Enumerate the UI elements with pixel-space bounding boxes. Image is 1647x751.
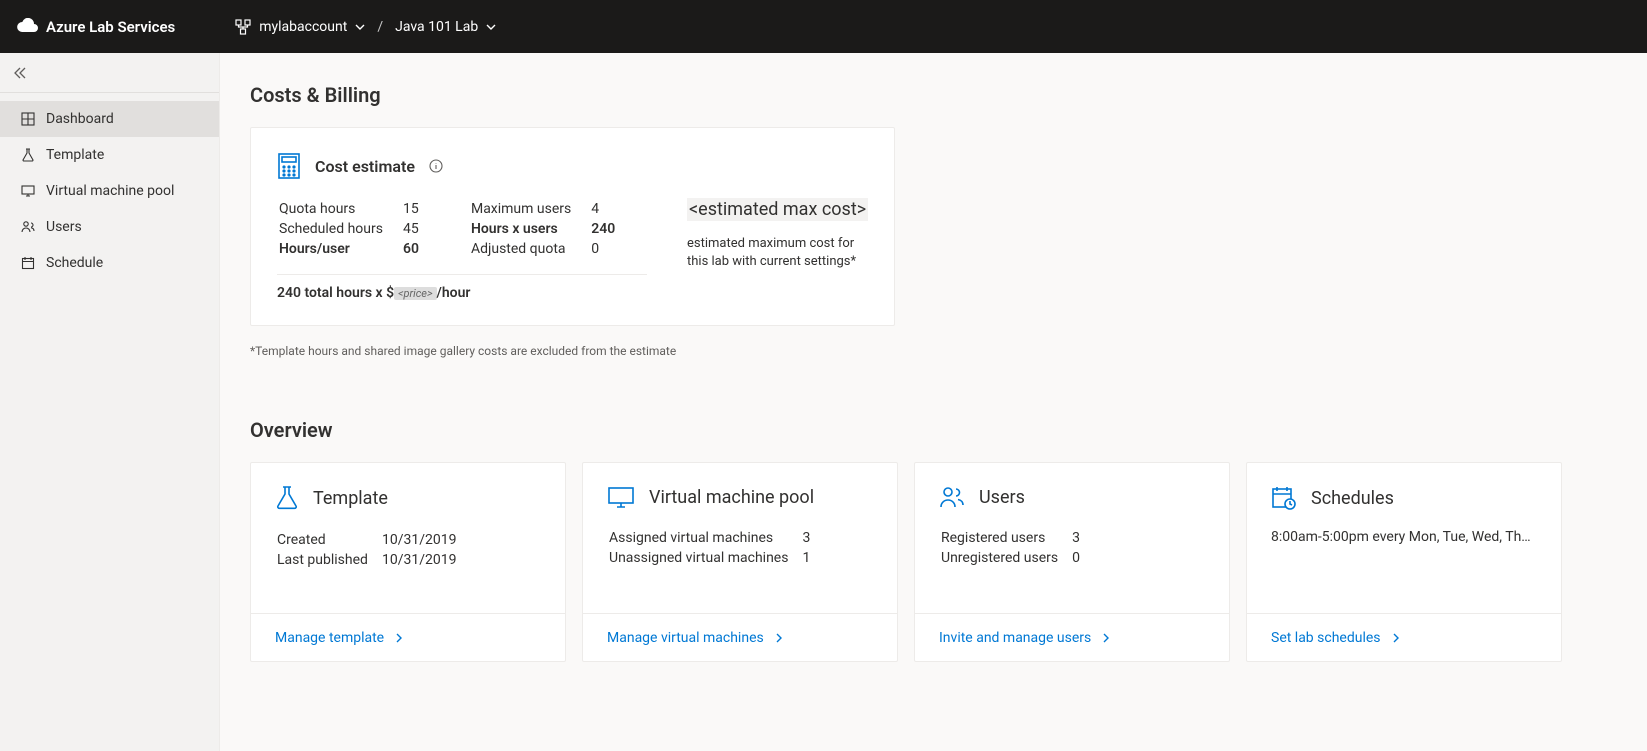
scheduled-hours-label: Scheduled hours (279, 220, 393, 238)
estimated-max-cost-desc: estimated maximum cost for this lab with… (687, 235, 877, 271)
sidebar-item-dashboard[interactable]: Dashboard (0, 101, 219, 137)
sidebar-item-label: Schedule (46, 255, 103, 271)
overview-card-template: Template Created10/31/2019 Last publishe… (250, 462, 566, 662)
chevron-down-icon (355, 22, 365, 32)
dashboard-icon (20, 112, 36, 126)
monitor-icon (607, 485, 635, 509)
brand-label: Azure Lab Services (46, 18, 175, 36)
vm-unassigned-label: Unassigned virtual machines (609, 549, 800, 567)
overview-card-title: Template (313, 488, 388, 509)
users-icon (20, 220, 36, 234)
brand[interactable]: Azure Lab Services (16, 18, 175, 36)
sidebar-item-vmpool[interactable]: Virtual machine pool (0, 173, 219, 209)
cost-footnote: *Template hours and shared image gallery… (250, 344, 1617, 358)
chevron-double-left-icon (12, 65, 28, 81)
adjusted-quota-value: 0 (583, 240, 625, 258)
chevron-right-icon (774, 633, 784, 643)
vm-unassigned-value: 1 (802, 549, 822, 567)
sidebar-item-schedule[interactable]: Schedule (0, 245, 219, 281)
breadcrumb-separator: / (377, 19, 383, 35)
flask-icon (20, 148, 36, 162)
breadcrumb-lab[interactable]: Java 101 Lab (395, 19, 496, 35)
action-label: Set lab schedules (1271, 630, 1381, 646)
template-created-label: Created (277, 531, 380, 549)
sidebar: Dashboard Template Virtual machine pool (0, 53, 220, 751)
scheduled-hours-value: 45 (395, 220, 429, 238)
cost-card-title: Cost estimate (315, 157, 415, 176)
breadcrumb-account[interactable]: mylabaccount (235, 19, 365, 35)
sidebar-item-label: Virtual machine pool (46, 183, 174, 199)
chevron-right-icon (1391, 633, 1401, 643)
action-label: Manage template (275, 630, 384, 646)
overview-card-schedules: Schedules 8:00am-5:00pm every Mon, Tue, … (1246, 462, 1562, 662)
manage-users-link[interactable]: Invite and manage users (915, 613, 1229, 661)
network-icon (235, 19, 251, 35)
top-bar: Azure Lab Services mylabaccount / Java 1… (0, 0, 1647, 53)
max-users-value: 4 (583, 200, 625, 218)
estimated-max-cost: <estimated max cost> (687, 198, 868, 221)
vm-assigned-value: 3 (802, 529, 822, 547)
flask-icon (275, 485, 299, 511)
overview-card-vmpool: Virtual machine pool Assigned virtual ma… (582, 462, 898, 662)
template-published-label: Last published (277, 551, 380, 569)
hours-per-user-label: Hours/user (279, 240, 393, 258)
chevron-right-icon (1101, 633, 1111, 643)
set-schedules-link[interactable]: Set lab schedules (1247, 613, 1561, 661)
schedule-summary: 8:00am-5:00pm every Mon, Tue, Wed, Thu, … (1271, 529, 1537, 545)
sidebar-item-label: Users (46, 219, 82, 235)
sidebar-collapse-button[interactable] (0, 53, 219, 93)
sidebar-item-label: Template (46, 147, 104, 163)
users-icon (939, 485, 965, 509)
users-registered-value: 3 (1072, 529, 1092, 547)
info-icon[interactable] (429, 159, 443, 173)
monitor-icon (20, 184, 36, 198)
costs-section-title: Costs & Billing (250, 83, 1617, 107)
action-label: Invite and manage users (939, 630, 1091, 646)
hours-x-users-value: 240 (583, 220, 625, 238)
hours-x-users-label: Hours x users (471, 220, 581, 238)
overview-section-title: Overview (250, 418, 1617, 442)
action-label: Manage virtual machines (607, 630, 764, 646)
manage-vms-link[interactable]: Manage virtual machines (583, 613, 897, 661)
adjusted-quota-label: Adjusted quota (471, 240, 581, 258)
azure-logo-icon (16, 18, 38, 36)
cost-estimate-card: Cost estimate Quota hours15 Scheduled ho… (250, 127, 895, 326)
quota-hours-label: Quota hours (279, 200, 393, 218)
overview-card-users: Users Registered users3 Unregistered use… (914, 462, 1230, 662)
breadcrumb-account-label: mylabaccount (259, 19, 347, 35)
hours-per-user-value: 60 (395, 240, 429, 258)
vm-assigned-label: Assigned virtual machines (609, 529, 800, 547)
sidebar-item-label: Dashboard (46, 111, 114, 127)
cost-metrics-right: Maximum users4 Hours x users240 Adjusted… (469, 198, 627, 260)
sidebar-item-users[interactable]: Users (0, 209, 219, 245)
users-unregistered-label: Unregistered users (941, 549, 1070, 567)
breadcrumb-lab-label: Java 101 Lab (395, 19, 478, 35)
chevron-down-icon (486, 22, 496, 32)
calculator-icon (277, 152, 301, 180)
calendar-icon (20, 256, 36, 270)
template-published-value: 10/31/2019 (382, 551, 469, 569)
template-created-value: 10/31/2019 (382, 531, 469, 549)
overview-card-title: Schedules (1311, 488, 1394, 509)
manage-template-link[interactable]: Manage template (251, 613, 565, 661)
users-unregistered-value: 0 (1072, 549, 1092, 567)
main-content: Costs & Billing Cost estimate (220, 53, 1647, 751)
max-users-label: Maximum users (471, 200, 581, 218)
overview-card-title: Virtual machine pool (649, 487, 814, 508)
quota-hours-value: 15 (395, 200, 429, 218)
calendar-clock-icon (1271, 485, 1297, 511)
overview-card-title: Users (979, 487, 1025, 508)
chevron-right-icon (394, 633, 404, 643)
cost-metrics-left: Quota hours15 Scheduled hours45 Hours/us… (277, 198, 431, 260)
users-registered-label: Registered users (941, 529, 1070, 547)
cost-formula: 240 total hours x $<price>/hour (277, 285, 647, 301)
sidebar-item-template[interactable]: Template (0, 137, 219, 173)
